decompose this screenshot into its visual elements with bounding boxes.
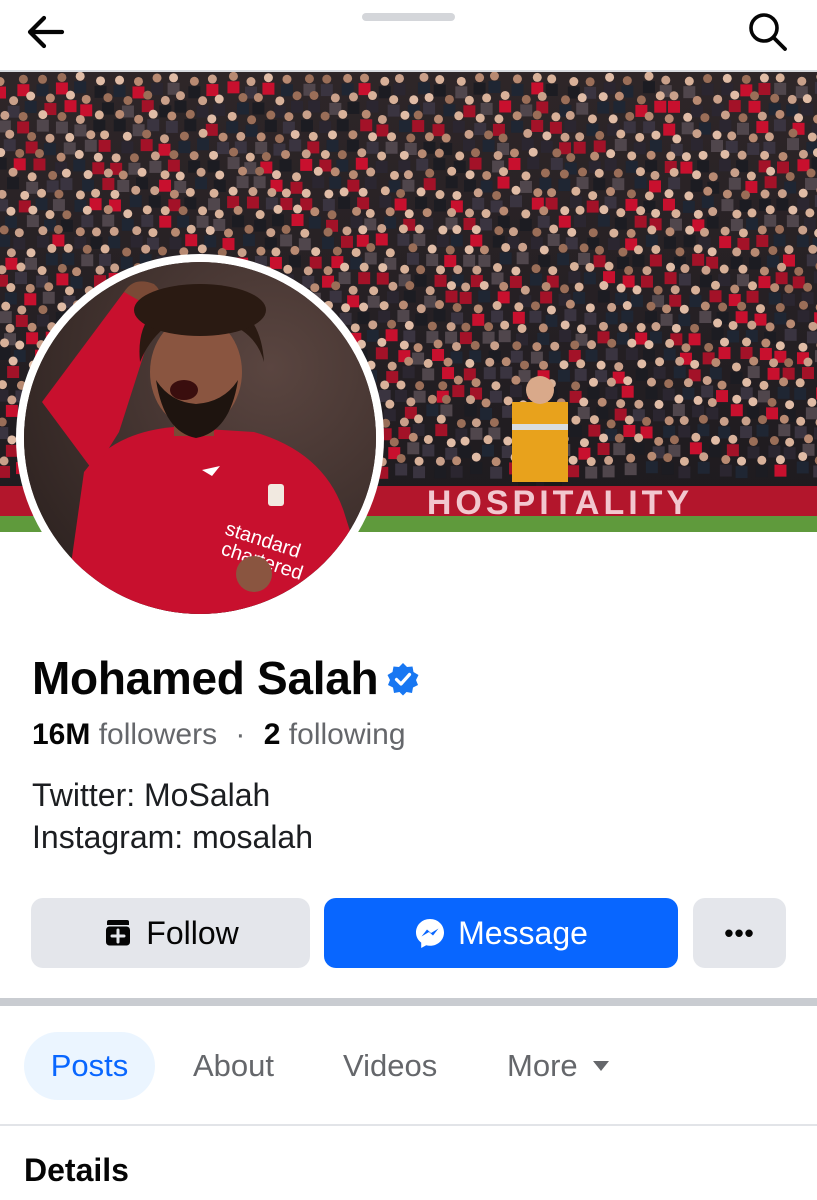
message-button[interactable]: Message [324, 898, 678, 968]
follow-add-icon [106, 920, 131, 946]
drag-handle[interactable] [362, 13, 455, 21]
tab-videos[interactable]: Videos [343, 1032, 437, 1100]
profile-picture[interactable]: standard chartered [16, 254, 384, 622]
stats-separator: · [235, 718, 246, 751]
more-options-button[interactable]: ••• [693, 898, 786, 968]
tab-about[interactable]: About [193, 1032, 274, 1100]
tab-more-label: More [507, 1048, 578, 1083]
tab-videos-label: Videos [343, 1048, 438, 1083]
follower-stats: 16M followers · 2 following [32, 718, 406, 752]
player-portrait-image: standard chartered [24, 262, 376, 614]
messenger-icon [416, 919, 445, 948]
following-count[interactable]: 2 [264, 718, 281, 751]
verified-badge-icon [387, 663, 419, 696]
details-heading: Details [24, 1152, 129, 1188]
profile-name-row: Mohamed Salah [32, 648, 420, 708]
caret-down-icon [592, 1061, 609, 1071]
tabs-divider [0, 1124, 817, 1126]
more-options-icon: ••• [724, 917, 755, 948]
profile-bio: Twitter: MoSalah Instagram: mosalah [32, 774, 313, 858]
bio-line-instagram: Instagram: mosalah [32, 819, 314, 855]
top-bar [0, 0, 817, 72]
followers-label[interactable]: followers [99, 718, 217, 751]
follow-button[interactable]: Follow [31, 898, 310, 968]
arrow-left-icon [27, 15, 65, 49]
message-label: Message [458, 914, 588, 951]
tab-posts-label: Posts [50, 1048, 129, 1083]
tab-more[interactable]: More [507, 1032, 610, 1100]
tab-about-label: About [193, 1048, 275, 1083]
followers-count[interactable]: 16M [32, 718, 90, 751]
profile-name: Mohamed Salah [32, 652, 379, 704]
section-divider [0, 998, 817, 1006]
bio-line-twitter: Twitter: MoSalah [32, 777, 271, 813]
follow-label: Follow [146, 914, 239, 951]
tab-posts[interactable]: Posts [24, 1032, 155, 1100]
search-icon [749, 13, 787, 51]
following-label[interactable]: following [289, 718, 406, 751]
search-button[interactable] [744, 8, 792, 56]
avatar: standard chartered [24, 262, 376, 614]
back-button[interactable] [22, 10, 70, 54]
